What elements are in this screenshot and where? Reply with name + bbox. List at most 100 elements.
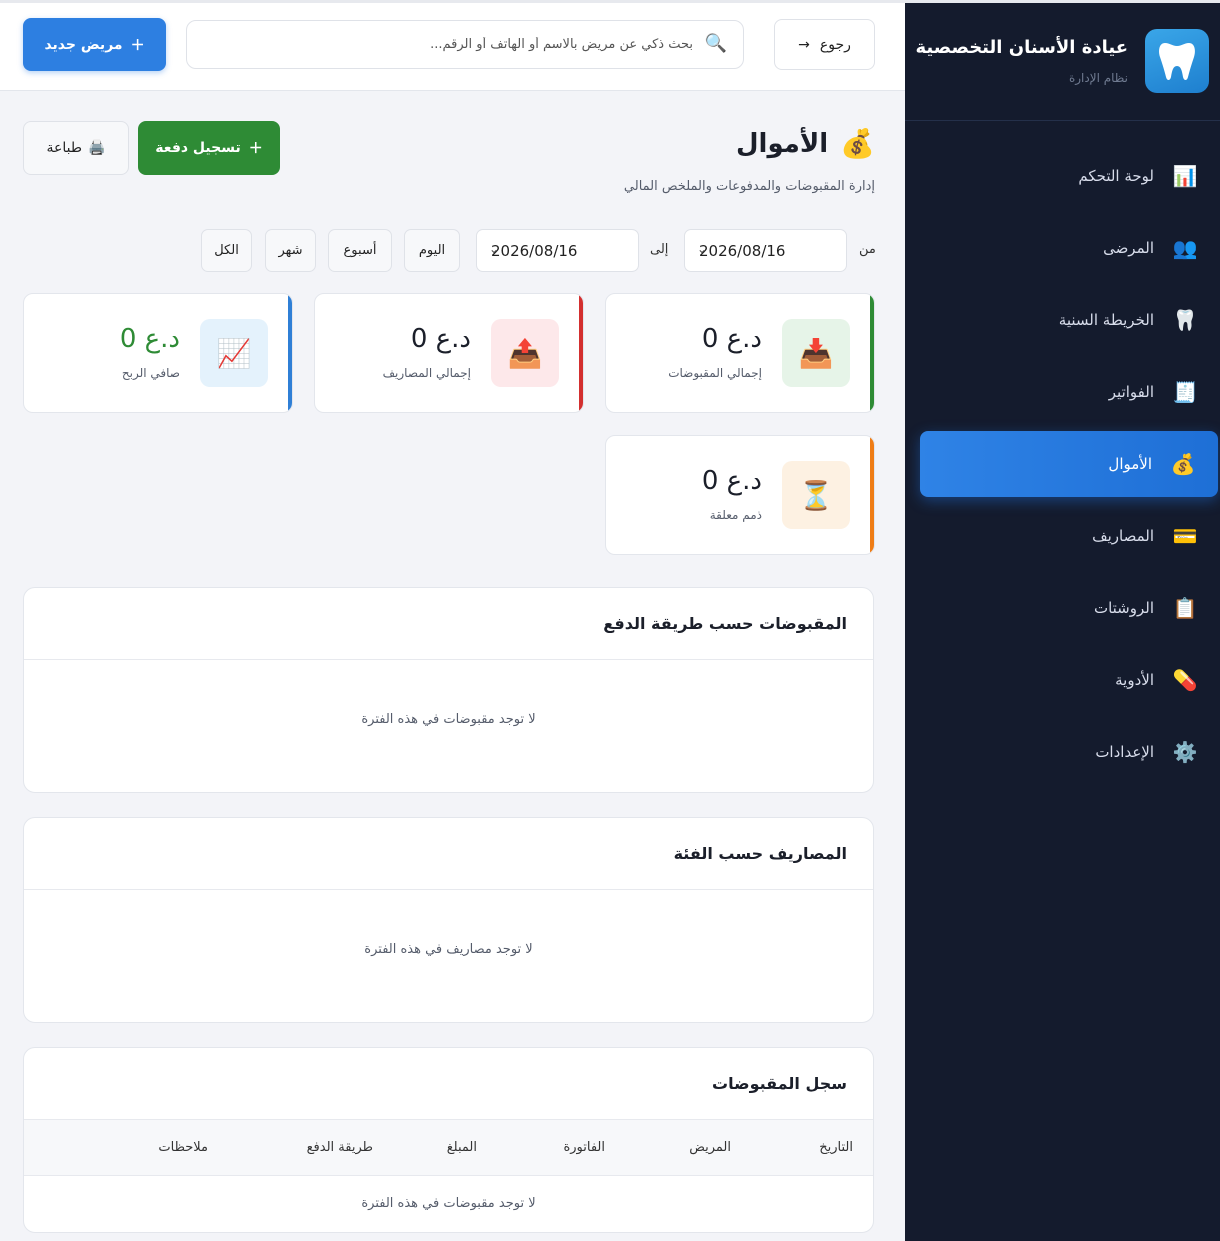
search-input[interactable]: [187, 21, 743, 68]
plus-icon: ＋: [248, 141, 263, 157]
sidebar-item-label: الإعدادات: [1095, 743, 1154, 761]
stat-card-outstanding: ⏳ 0 د.ع ذمم معلقة: [605, 435, 875, 555]
search-box: 🔍: [186, 20, 744, 69]
sidebar-item-label: الخريطة السنية: [1058, 311, 1154, 329]
from-date-field[interactable]: ⌄ 2026/08/16: [684, 229, 847, 272]
stat-label: إجمالي المقبوضات: [668, 366, 762, 380]
back-label: رجوع: [819, 36, 851, 53]
trend-up-icon: 📈: [200, 319, 268, 387]
search-icon: 🔍: [704, 33, 727, 54]
sidebar-item-label: الأدوية: [1115, 671, 1154, 689]
empty-state: لا توجد مصاريف في هذه الفترة: [364, 942, 533, 957]
receipts-log-panel: سجل المقبوضات التاريخ المريض الفاتورة ال…: [23, 1047, 874, 1233]
column-header-patient[interactable]: المريض: [689, 1140, 731, 1155]
pill-icon: 💊: [1172, 668, 1198, 692]
panel-header: المصاريف حسب الفئة: [24, 818, 873, 890]
sidebar-item-invoices[interactable]: 🧾 الفواتير: [920, 359, 1220, 425]
sidebar-item-label: لوحة التحكم: [1078, 167, 1154, 185]
arrow-right-icon: →: [798, 36, 810, 53]
sidebar-brand: عيادة الأسنان التخصصية نظام الإدارة: [905, 3, 1220, 121]
record-payment-label: تسجيل دفعة: [155, 140, 241, 156]
sidebar-item-dashboard[interactable]: 📊 لوحة التحكم: [920, 143, 1220, 209]
range-week-button[interactable]: أسبوع: [328, 229, 392, 272]
page-title: 💰 الأموال: [736, 127, 875, 160]
brand-title: عيادة الأسنان التخصصية: [915, 37, 1128, 58]
chevron-down-icon: ⌄: [489, 242, 500, 256]
to-date-value: 2026/08/16: [491, 241, 578, 260]
sidebar-item-label: المصاريف: [1092, 527, 1154, 545]
stat-value: 0 د.ع: [119, 324, 180, 354]
print-button[interactable]: 🖨️ طباعة: [23, 121, 129, 175]
column-header-date[interactable]: التاريخ: [819, 1140, 853, 1155]
sidebar-item-label: الفواتير: [1108, 383, 1154, 401]
stat-card-total-expenses: 📤 0 د.ع إجمالي المصاريف: [314, 293, 584, 413]
money-bag-icon: 💰: [840, 127, 875, 160]
sidebar-item-prescriptions[interactable]: 📋 الروشتات: [920, 575, 1220, 641]
money-bag-icon: 💰: [1170, 452, 1196, 476]
stat-value: 0 د.ع: [701, 324, 762, 354]
chart-icon: 📊: [1172, 164, 1198, 188]
chevron-down-icon: ⌄: [697, 242, 708, 256]
column-header-amount[interactable]: المبلغ: [447, 1140, 477, 1155]
page-subtitle: إدارة المقبوضات والمدفوعات والملخص المال…: [623, 179, 875, 194]
users-icon: 👥: [1172, 236, 1198, 260]
panel-title: المصاريف حسب الفئة: [673, 844, 847, 863]
outbox-tray-icon: 📤: [491, 319, 559, 387]
panel-title: المقبوضات حسب طريقة الدفع: [603, 614, 847, 633]
stat-accent-bar: [870, 436, 874, 554]
column-header-notes[interactable]: ملاحظات: [158, 1140, 208, 1155]
tooth-icon: 🦷: [1172, 308, 1198, 332]
range-today-button[interactable]: اليوم: [404, 229, 460, 272]
sidebar-item-medicines[interactable]: 💊 الأدوية: [920, 647, 1220, 713]
stat-value: 0 د.ع: [701, 466, 762, 496]
printer-icon: 🖨️: [88, 140, 106, 156]
topbar: ＋ مريض جديد 🔍 رجوع →: [0, 3, 905, 91]
sidebar-item-label: الأموال: [1108, 455, 1152, 473]
hourglass-icon: ⏳: [782, 461, 850, 529]
print-label: طباعة: [46, 140, 83, 156]
receipts-by-method-panel: المقبوضات حسب طريقة الدفع لا توجد مقبوضا…: [23, 587, 874, 793]
gear-icon: ⚙️: [1172, 740, 1198, 764]
range-all-button[interactable]: الكل: [201, 229, 252, 272]
sidebar-item-expenses[interactable]: 💳 المصاريف: [920, 503, 1220, 569]
receipt-icon: 🧾: [1172, 380, 1198, 404]
sidebar-item-dental-chart[interactable]: 🦷 الخريطة السنية: [920, 287, 1220, 353]
stat-accent-bar: [579, 294, 583, 412]
panel-header: المقبوضات حسب طريقة الدفع: [24, 588, 873, 660]
empty-state: لا توجد مقبوضات في هذه الفترة: [361, 1196, 536, 1211]
range-month-button[interactable]: شهر: [265, 229, 316, 272]
column-header-invoice[interactable]: الفاتورة: [563, 1140, 605, 1155]
sidebar-item-label: الروشتات: [1093, 599, 1154, 617]
sidebar-item-label: المرضى: [1103, 239, 1154, 257]
table-header-row: التاريخ المريض الفاتورة المبلغ طريقة الد…: [24, 1120, 873, 1176]
panel-header: سجل المقبوضات: [24, 1048, 873, 1120]
sidebar-item-patients[interactable]: 👥 المرضى: [920, 215, 1220, 281]
sidebar-item-settings[interactable]: ⚙️ الإعدادات: [920, 719, 1220, 785]
to-label: إلى: [650, 242, 669, 257]
inbox-tray-icon: 📥: [782, 319, 850, 387]
sidebar-item-finance[interactable]: 💰 الأموال: [920, 431, 1218, 497]
stat-card-total-receipts: 📥 0 د.ع إجمالي المقبوضات: [605, 293, 875, 413]
from-label: من: [859, 242, 876, 257]
expenses-by-category-panel: المصاريف حسب الفئة لا توجد مصاريف في هذه…: [23, 817, 874, 1023]
brand-subtitle: نظام الإدارة: [1068, 71, 1128, 85]
page-title-text: الأموال: [735, 128, 829, 159]
stat-accent-bar: [288, 294, 292, 412]
credit-card-icon: 💳: [1172, 524, 1198, 548]
clipboard-icon: 📋: [1172, 596, 1198, 620]
back-button[interactable]: رجوع →: [774, 19, 875, 70]
main-content: ＋ مريض جديد 🔍 رجوع → 💰 الأموال إدارة الم…: [0, 3, 905, 1241]
from-date-value: 2026/08/16: [699, 241, 786, 260]
plus-icon: ＋: [130, 37, 145, 54]
new-patient-button[interactable]: ＋ مريض جديد: [23, 18, 166, 71]
column-header-payment-method[interactable]: طريقة الدفع: [307, 1140, 373, 1155]
empty-state: لا توجد مقبوضات في هذه الفترة: [361, 712, 536, 727]
stat-card-net-profit: 📈 0 د.ع صافي الربح: [23, 293, 293, 413]
stat-accent-bar: [870, 294, 874, 412]
stat-label: ذمم معلقة: [709, 508, 762, 522]
stat-label: صافي الربح: [121, 366, 180, 380]
to-date-field[interactable]: ⌄ 2026/08/16: [476, 229, 639, 272]
stat-value: 0 د.ع: [410, 324, 471, 354]
tooth-logo-icon: [1145, 29, 1209, 93]
record-payment-button[interactable]: ＋ تسجيل دفعة: [138, 121, 280, 175]
